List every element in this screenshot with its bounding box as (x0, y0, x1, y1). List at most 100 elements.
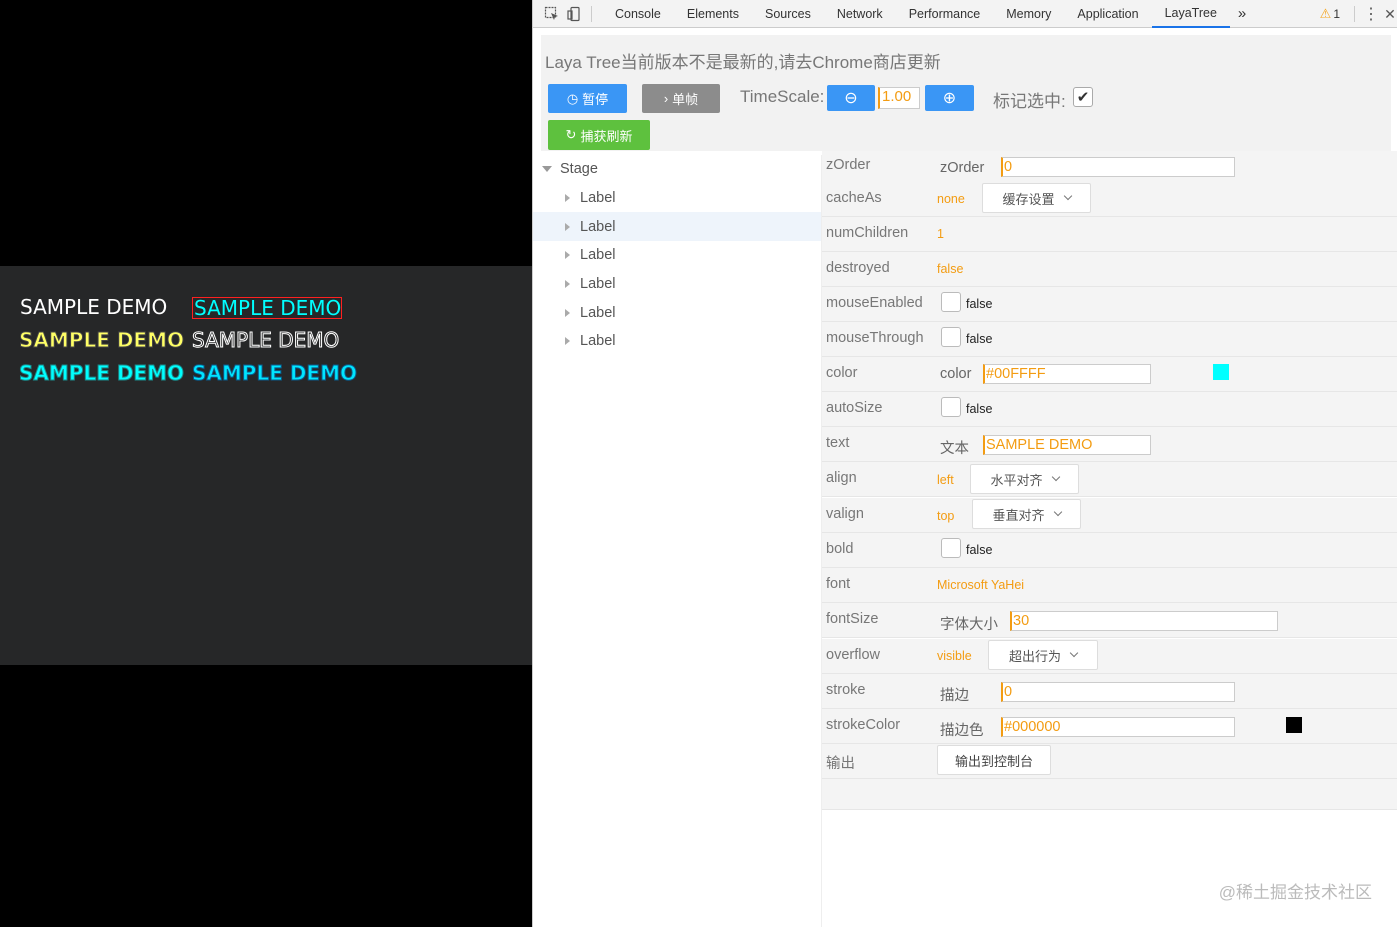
timescale-label: TimeScale: (740, 87, 825, 106)
prop-value: false (937, 262, 964, 276)
plus-circle-icon: ⊕ (942, 90, 957, 107)
tree-node-label-2[interactable]: Label (533, 212, 821, 242)
strokecolor-input[interactable]: #000000 (1001, 717, 1235, 737)
inspect-element-icon[interactable] (541, 3, 563, 25)
more-options-icon[interactable]: ⋮ (1359, 4, 1383, 24)
strokecolor-swatch[interactable] (1286, 717, 1302, 733)
select-label: 缓存设置 (1002, 191, 1055, 207)
tree-node-label-6[interactable]: Label (533, 327, 821, 356)
devtools-tabbar: Console Elements Sources Network Perform… (533, 0, 1397, 28)
warnings-count: 1 (1333, 7, 1340, 21)
chevron-down-icon (1051, 472, 1060, 482)
stroke-input[interactable]: 0 (1001, 682, 1235, 702)
expand-arrow-icon[interactable] (542, 166, 552, 173)
select-label: 水平对齐 (990, 472, 1043, 488)
prop-name: fontSize (826, 611, 879, 627)
tree-node-label-5[interactable]: Label (533, 298, 821, 327)
prop-row-align: align left 水平对齐 (822, 462, 1397, 497)
collapse-arrow-icon[interactable] (565, 308, 570, 317)
timescale-decrease-button[interactable]: ⊖ (827, 85, 875, 111)
timescale-increase-button[interactable]: ⊕ (925, 85, 974, 111)
tab-memory[interactable]: Memory (993, 0, 1064, 28)
collapse-arrow-icon[interactable] (565, 280, 570, 289)
prop-row-mouseenabled: mouseEnabled false (822, 287, 1397, 322)
overflow-select[interactable]: 超出行为 (988, 640, 1098, 670)
color-input[interactable]: #00FFFF (983, 364, 1151, 384)
prop-sub-label: zOrder (940, 160, 985, 176)
node-tree: Stage Label Label Label Label Label Labe… (533, 155, 821, 927)
chevron-right-icon: › (663, 91, 669, 106)
bold-checkbox[interactable] (941, 538, 961, 558)
tab-performance[interactable]: Performance (896, 0, 994, 28)
mousethrough-checkbox[interactable] (941, 327, 961, 347)
demo-label-yellow: SAMPLE DEMO (19, 328, 185, 352)
tree-node-label-3[interactable]: Label (533, 241, 821, 270)
step-frame-button[interactable]: › 单帧 (642, 84, 720, 113)
mouseenabled-checkbox[interactable] (941, 292, 961, 312)
valign-select[interactable]: 垂直对齐 (972, 499, 1081, 529)
text-input[interactable]: SAMPLE DEMO (983, 435, 1151, 455)
cacheas-select[interactable]: 缓存设置 (982, 183, 1091, 213)
tab-sources[interactable]: Sources (752, 0, 824, 28)
devtools-panel: Console Elements Sources Network Perform… (532, 0, 1397, 927)
capture-refresh-button[interactable]: ↻ 捕获刷新 (548, 120, 650, 150)
prop-sub-label: color (940, 366, 972, 382)
properties-panel: zOrder zOrder 0 cacheAs none 缓存设置 numChi… (821, 151, 1397, 927)
chevron-down-icon (1063, 191, 1072, 201)
collapse-arrow-icon[interactable] (565, 337, 570, 346)
tab-network[interactable]: Network (824, 0, 896, 28)
tree-node-label: Label (580, 304, 616, 321)
checkmark-icon: ✔ (1076, 89, 1090, 106)
tree-node-label: Label (580, 276, 616, 293)
autosize-checkbox[interactable] (941, 397, 961, 417)
prop-name: text (826, 435, 850, 451)
tree-node-label: Label (580, 190, 616, 207)
pause-button[interactable]: ◷ 暂停 (548, 84, 627, 113)
prop-name: color (826, 365, 858, 381)
tree-node-label: Label (580, 218, 616, 235)
mark-selected-checkbox[interactable]: ✔ (1073, 87, 1093, 107)
tab-console[interactable]: Console (602, 0, 674, 28)
prop-name: zOrder (826, 157, 871, 173)
collapse-arrow-icon[interactable] (565, 194, 570, 203)
toolbar-divider (591, 5, 592, 22)
timescale-input[interactable]: 1.00 (878, 87, 920, 109)
color-swatch[interactable] (1213, 364, 1229, 380)
collapse-arrow-icon[interactable] (565, 222, 570, 231)
close-devtools-icon[interactable]: ✕ (1383, 6, 1397, 23)
prop-name: overflow (826, 647, 880, 663)
prop-value: Microsoft YaHei (937, 578, 1025, 592)
game-stage: SAMPLE DEMO SAMPLE DEMO SAMPLE DEMO SAMP… (0, 266, 532, 665)
prop-name: destroyed (826, 260, 890, 276)
prop-row-overflow: overflow visible 超出行为 (822, 639, 1397, 674)
tree-node-stage[interactable]: Stage (533, 155, 821, 184)
demo-label-white: SAMPLE DEMO (20, 295, 168, 319)
zorder-input[interactable]: 0 (1001, 157, 1235, 177)
tree-node-label-4[interactable]: Label (533, 270, 821, 299)
step-label: 单帧 (672, 92, 699, 107)
demo-label-selected: SAMPLE DEMO (192, 296, 343, 320)
prop-sub-label: 描边 (940, 688, 969, 704)
tab-elements[interactable]: Elements (674, 0, 752, 28)
warning-icon: ⚠ (1319, 6, 1332, 21)
collapse-arrow-icon[interactable] (565, 251, 570, 260)
prop-row-empty (822, 779, 1397, 810)
prop-row-numchildren: numChildren 1 (822, 217, 1397, 252)
fontsize-input[interactable]: 30 (1010, 611, 1278, 631)
align-select[interactable]: 水平对齐 (970, 464, 1079, 494)
demo-label-outline: SAMPLE DEMO (191, 328, 340, 352)
warnings-counter[interactable]: ⚠ 1 (1320, 6, 1340, 22)
minus-circle-icon: ⊖ (844, 90, 858, 107)
prop-value: top (937, 509, 955, 523)
tree-node-label-1[interactable]: Label (533, 184, 821, 213)
device-toolbar-icon[interactable] (563, 3, 585, 25)
capture-label: 捕获刷新 (580, 128, 633, 144)
checkbox-value: false (966, 297, 993, 311)
demo-label-cyan: SAMPLE DEMO (19, 361, 185, 385)
tab-layatree[interactable]: LayaTree (1151, 0, 1230, 28)
more-tabs-icon[interactable]: » (1230, 0, 1254, 28)
output-to-console-button[interactable]: 输出到控制台 (937, 745, 1051, 775)
tab-application[interactable]: Application (1064, 0, 1151, 28)
select-label: 垂直对齐 (992, 507, 1045, 523)
tree-node-label: Stage (560, 161, 598, 178)
